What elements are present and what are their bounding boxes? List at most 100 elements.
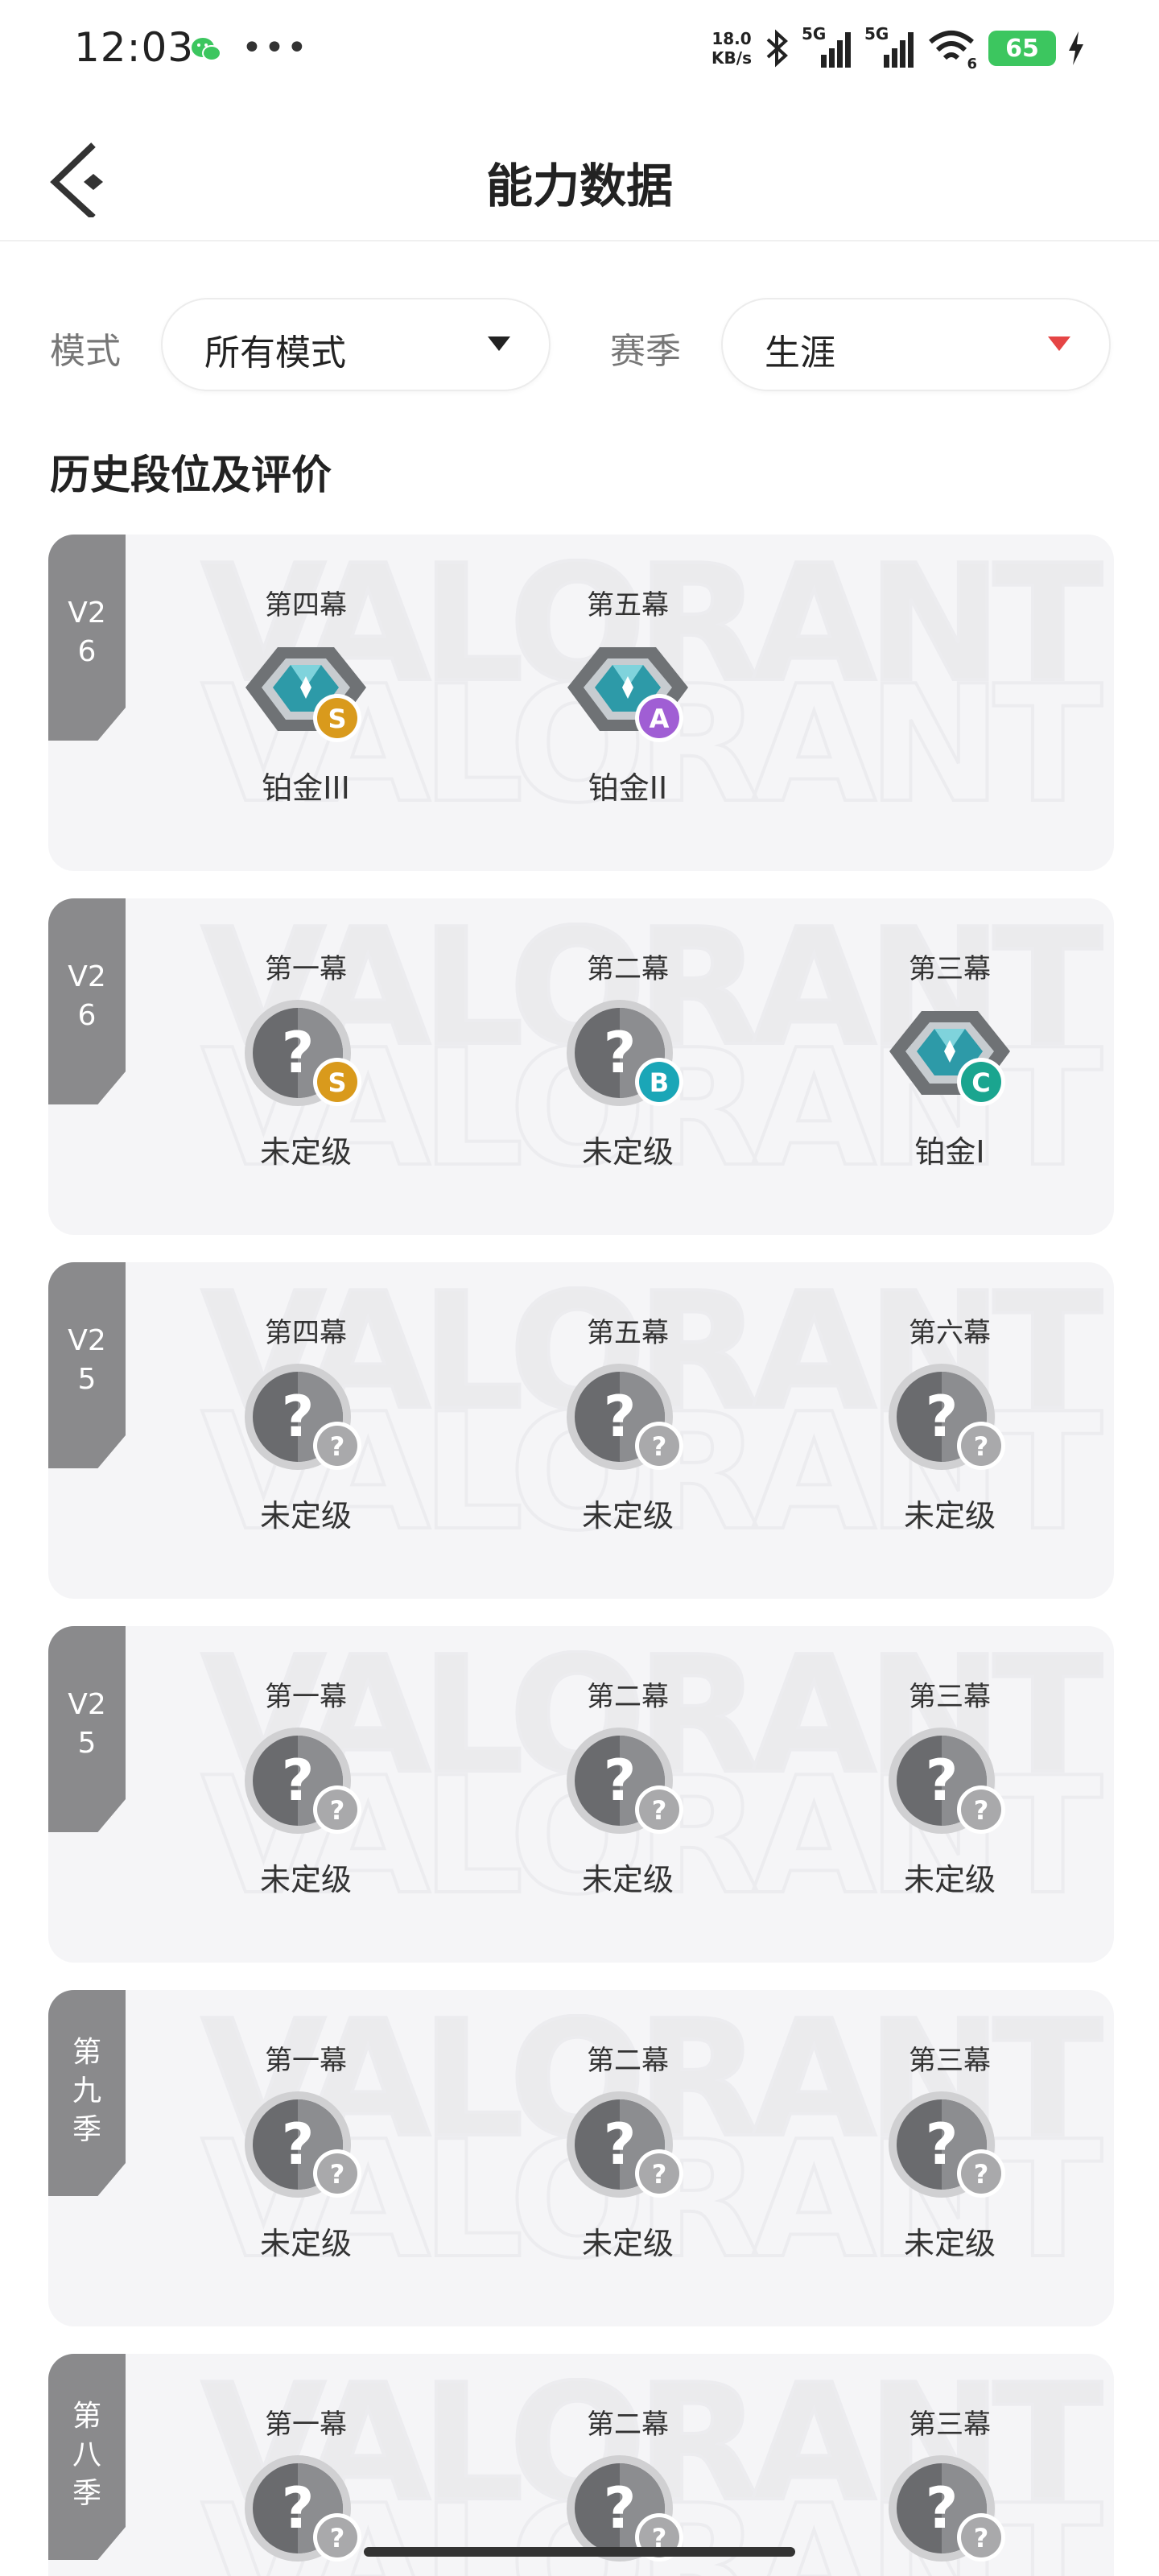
svg-text:?: ? [330,2523,345,2553]
mode-select[interactable]: 所有模式 [161,298,551,391]
act-name: 第二幕 [587,1681,669,1713]
act-item[interactable]: 第四幕 S 铂金III [193,583,419,848]
grade-badge-icon: ? [313,1422,361,1470]
season-card: VALORANTVALORANT第 九 季第一幕??未定级第二幕??未定级第三幕… [48,1990,1114,2326]
act-item[interactable]: 第三幕?? 未定级 [837,1674,1062,1940]
act-item[interactable]: 第一幕?? 未定级 [193,2038,419,2304]
svg-text:?: ? [974,1795,989,1826]
act-item[interactable]: 第四幕?? 未定级 [193,1311,419,1576]
act-item[interactable]: 第三幕 C 铂金I [837,947,1062,1212]
grade-badge-icon: ? [313,2149,361,2198]
unranked-icon: ?? [237,2450,374,2571]
mode-label: 模式 [50,331,121,372]
season-card: VALORANTVALORANTV2 5第四幕??未定级第五幕??未定级第六幕?… [48,1262,1114,1599]
grade-badge-icon: C [957,1058,1005,1106]
act-item[interactable]: 第一幕 ? S 未定级 [193,947,419,1212]
section-title: 历史段位及评价 [50,452,332,498]
season-card: VALORANTVALORANTV2 5第一幕??未定级第二幕??未定级第三幕?… [48,1626,1114,1963]
rank-label: 未定级 [581,1498,674,1534]
home-indicator[interactable] [364,2547,795,2557]
grade-badge-icon: ? [957,1422,1005,1470]
act-name: 第五幕 [587,1317,669,1349]
status-bar: 12:03 ••• 18.0 KB/s 5G 5G 6 65 [0,0,1159,97]
act-item[interactable]: 第二幕?? 未定级 [515,2038,740,2304]
season-tag: V2 5 [48,1262,126,1468]
act-item[interactable]: 第二幕 ? B 未定级 [515,947,740,1212]
season-card: VALORANT VALORANT V2 6 第四幕 S 铂金III 第五幕 A 铂金II [48,535,1114,871]
grade-badge-icon: ? [957,1785,1005,1834]
season-tag: 第 八 季 [48,2354,126,2560]
act-item[interactable]: 第三幕?? [837,2402,1062,2576]
rank-label: 未定级 [581,2226,674,2261]
rank-label: 铂金II [588,770,668,806]
svg-text:?: ? [330,2159,345,2190]
grade-badge-icon: ? [635,2149,683,2198]
grade-badge-icon: ? [313,2513,361,2562]
act-name: 第三幕 [909,2045,991,2077]
act-item[interactable]: 第二幕?? 未定级 [515,1674,740,1940]
charging-icon [1069,31,1083,65]
grade-badge-icon: ? [635,1785,683,1834]
svg-text:?: ? [330,1431,345,1462]
act-name: 第五幕 [587,589,669,621]
rank-label: 未定级 [903,1498,996,1534]
unranked-icon: ? B [559,995,696,1116]
svg-text:?: ? [974,2159,989,2190]
page-title: 能力数据 [485,159,673,213]
unranked-icon: ?? [881,1723,1018,1843]
platinum-rank-icon: S [237,631,374,752]
season-tag: V2 6 [48,898,126,1104]
season-label: 赛季 [610,331,681,372]
grade-badge-icon: ? [957,2149,1005,2198]
act-name: 第一幕 [265,2045,347,2077]
status-icons: 18.0 KB/s 5G 5G 6 65 [711,23,1085,74]
battery-icon: 65 [988,31,1056,66]
rank-label: 未定级 [581,1134,674,1170]
rank-label: 未定级 [259,2226,352,2261]
status-time: 12:03 [74,24,195,71]
wifi-icon: 6 [927,27,977,72]
act-name: 第六幕 [909,1317,991,1349]
unranked-icon: ?? [559,1723,696,1843]
grade-badge-icon: S [313,1058,361,1106]
unranked-icon: ? S [237,995,374,1116]
chevron-down-icon [488,336,510,351]
svg-text:B: B [650,1067,669,1098]
act-item[interactable]: 第三幕?? 未定级 [837,2038,1062,2304]
svg-text:?: ? [652,1431,667,1462]
wechat-icon [192,38,221,61]
act-name: 第二幕 [587,2045,669,2077]
platinum-rank-icon: C [881,995,1018,1116]
net-speed: 18.0 KB/s [711,29,752,68]
app-header: 能力数据 [0,113,1159,242]
act-name: 第一幕 [265,953,347,985]
rank-label: 未定级 [903,1862,996,1897]
season-tag: V2 6 [48,535,126,741]
bluetooth-icon [766,29,788,68]
rank-label: 铂金I [914,1134,985,1170]
svg-text:?: ? [652,1795,667,1826]
rank-label: 未定级 [259,1498,352,1534]
season-select[interactable]: 生涯 [721,298,1111,391]
chevron-down-icon [1048,336,1070,351]
svg-text:S: S [328,704,346,734]
svg-text:?: ? [652,2159,667,2190]
grade-badge-icon: A [635,694,683,742]
act-item[interactable]: 第六幕?? 未定级 [837,1311,1062,1576]
act-name: 第一幕 [265,2409,347,2441]
grade-badge-icon: ? [635,1422,683,1470]
grade-badge-icon: S [313,694,361,742]
act-item[interactable]: 第五幕?? 未定级 [515,1311,740,1576]
season-card: VALORANTVALORANT第 八 季第一幕??第二幕??第三幕?? [48,2354,1114,2576]
rank-label: 铂金III [262,770,350,806]
act-item[interactable]: 第一幕?? 未定级 [193,1674,419,1940]
svg-text:S: S [328,1067,346,1098]
act-name: 第二幕 [587,2409,669,2441]
grade-badge-icon: B [635,1058,683,1106]
rank-label: 未定级 [903,2226,996,2261]
platinum-rank-icon: A [559,631,696,752]
act-name: 第三幕 [909,2409,991,2441]
act-name: 第三幕 [909,953,991,985]
season-tag: V2 5 [48,1626,126,1832]
act-item[interactable]: 第五幕 A 铂金II [515,583,740,848]
